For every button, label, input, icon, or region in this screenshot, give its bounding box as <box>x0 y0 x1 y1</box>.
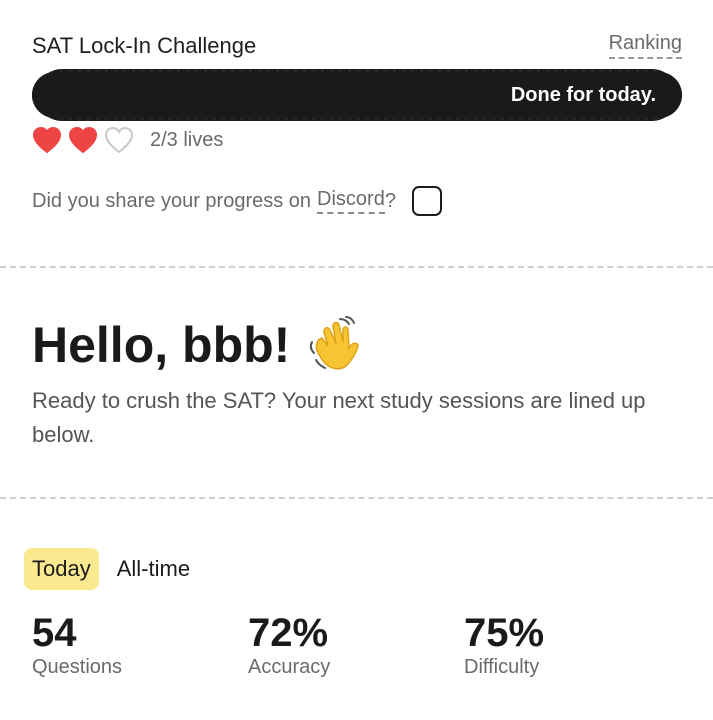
stat-value: 75% <box>464 611 545 655</box>
share-question-mark: ? <box>384 189 396 212</box>
page: SAT Lock-In Challenge Ranking Done for t… <box>0 0 713 720</box>
greeting-title: Hello, bbb! <box>32 316 364 374</box>
divider <box>0 266 713 268</box>
progress-label: Done for today. <box>510 83 656 106</box>
stat-label: Questions <box>32 656 123 678</box>
challenge-title: SAT Lock-In Challenge <box>32 32 257 58</box>
hearts <box>32 126 134 154</box>
heart-empty-icon <box>104 126 134 154</box>
share-text: Did you share your progress on <box>32 189 312 212</box>
ranking-link[interactable]: Ranking <box>608 32 682 59</box>
waving-hand-icon <box>306 316 364 374</box>
stats-tabs: Today All-time <box>24 548 198 590</box>
lives-row: 2/3 lives <box>32 126 223 154</box>
stat-label: Difficulty <box>464 656 540 678</box>
progress-bar: Done for today. <box>32 69 682 121</box>
heart-filled-icon <box>68 126 98 154</box>
shared-discord-checkbox[interactable] <box>411 186 442 216</box>
tab-today[interactable]: Today <box>24 548 99 590</box>
challenge-header: SAT Lock-In Challenge Ranking <box>32 32 682 59</box>
stat-questions: 54 Questions <box>32 610 122 679</box>
divider <box>0 497 713 499</box>
heart-filled-icon <box>32 126 62 154</box>
stat-accuracy: 72% Accuracy <box>248 610 330 679</box>
stat-difficulty: 75% Difficulty <box>464 610 544 679</box>
discord-link[interactable]: Discord <box>317 188 385 214</box>
stat-label: Accuracy <box>248 656 331 678</box>
stat-value: 72% <box>248 611 329 655</box>
greeting-subtitle: Ready to crush the SAT? Your next study … <box>32 388 646 447</box>
discord-share-row: Did you share your progress on Discord ? <box>32 186 442 216</box>
greeting-text: Hello, bbb! <box>32 317 291 373</box>
stat-value: 54 <box>32 611 77 655</box>
lives-text: 2/3 lives <box>150 128 224 151</box>
tab-all-time[interactable]: All-time <box>109 548 198 590</box>
